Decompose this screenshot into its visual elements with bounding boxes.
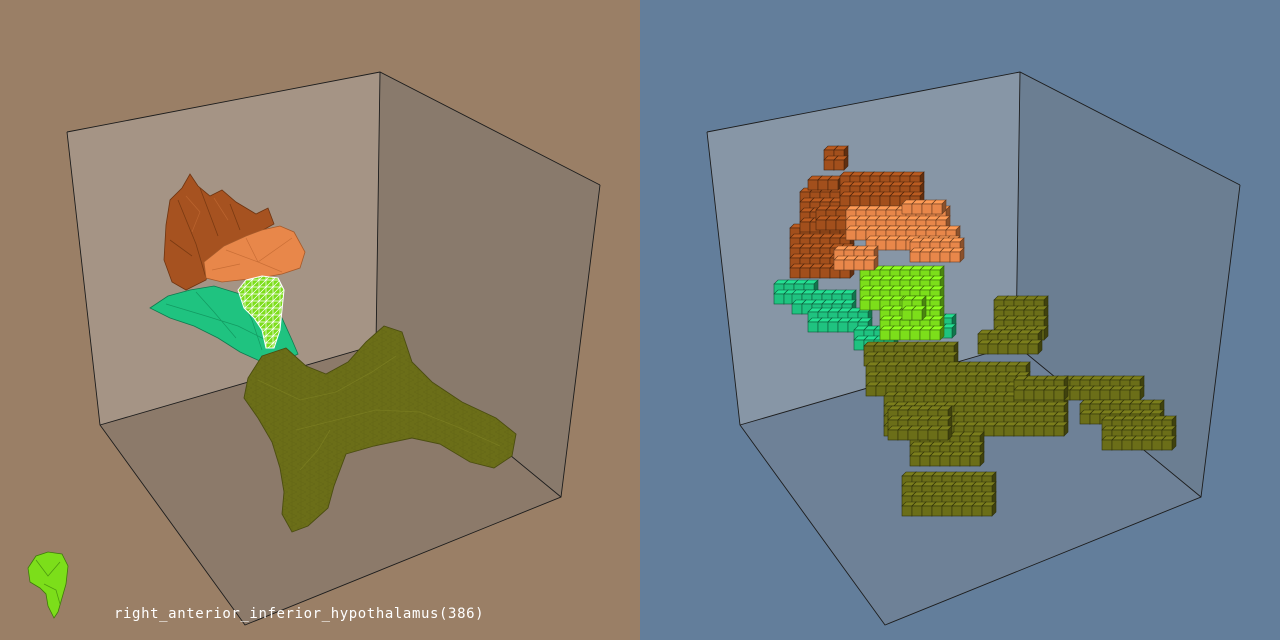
selected-structure-label: right_anterior_inferior_hypothalamus(386…	[114, 606, 485, 622]
olive-voxel	[1053, 421, 1069, 437]
olive-voxel	[1027, 339, 1043, 355]
olive-voxel	[937, 425, 953, 441]
olive-voxel	[969, 451, 985, 467]
olive-voxel	[1161, 435, 1177, 451]
olive-voxel	[1053, 385, 1069, 401]
orange-voxel	[863, 255, 879, 271]
voxel-view-canvas[interactable]	[640, 0, 1280, 640]
selected-voxel	[929, 325, 945, 341]
surface-view-canvas[interactable]	[0, 0, 640, 640]
olive-voxel	[981, 501, 997, 517]
olive-voxel	[1129, 385, 1145, 401]
selected-voxel	[911, 305, 927, 321]
orange-voxel	[931, 199, 947, 215]
voxel-view-panel[interactable]	[640, 0, 1280, 640]
orange-voxel	[949, 247, 965, 263]
brown-voxel	[833, 155, 849, 171]
surface-view-panel[interactable]: right_anterior_inferior_hypothalamus(386…	[0, 0, 640, 640]
